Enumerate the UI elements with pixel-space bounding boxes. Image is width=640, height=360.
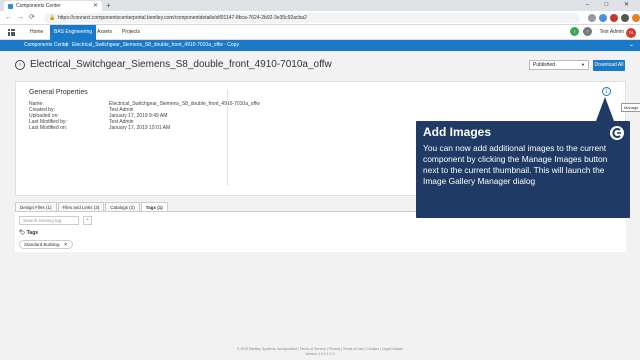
download-all-button[interactable]: Download All (593, 60, 625, 71)
address-bar: ←→⟳ 🔒 https://connect.componentscenterpo… (0, 11, 640, 25)
favicon-icon (8, 4, 13, 9)
footer-version: Version 1.0.0.1.1.0 (305, 352, 335, 356)
extension-icon[interactable] (599, 14, 607, 22)
extension-icons (588, 14, 640, 22)
browser-nav-icons[interactable]: ←→⟳ (5, 11, 40, 25)
user-name[interactable]: Test Admin (600, 25, 624, 40)
browser-tab[interactable]: Components Center ✕ (4, 1, 102, 11)
notification-icon[interactable]: 7 (570, 27, 579, 36)
footer: © 2019 Bentley Systems, Incorporated | T… (0, 347, 640, 357)
add-tag-button[interactable]: + (83, 216, 92, 225)
tag-icon: 🏷 (19, 230, 26, 236)
status-select-value: Published (533, 62, 555, 68)
section-title: General Properties (29, 89, 88, 96)
page-title: Electrical_Switchgear_Siemens_S8_double_… (30, 59, 332, 70)
breadcrumb-separator: | (66, 42, 68, 48)
app-launcher-icon[interactable] (8, 29, 15, 36)
browser-tab-title: Components Center (16, 3, 61, 9)
chevron-down-icon[interactable]: ⌄ (629, 40, 634, 51)
nav-tab-bas-engineering[interactable]: BAS Engineering (50, 25, 97, 40)
tab-design-files[interactable]: Design Files (1) (15, 202, 57, 211)
avatar[interactable]: TA (626, 28, 636, 38)
tag-search-input[interactable]: Search existing tag (19, 216, 79, 225)
url-text: https://connect.componentscenterportal.b… (58, 15, 307, 21)
tag-chip-label: Standard Building (24, 242, 60, 247)
window-controls[interactable]: – □ ✕ (586, 0, 636, 11)
app-header: Home BAS Engineering Assets Projects 7 ?… (0, 25, 640, 40)
help-icon[interactable]: ? (583, 27, 592, 36)
close-tab-icon[interactable]: ✕ (93, 1, 98, 11)
callout-arrow (596, 97, 614, 121)
tags-label: Tags (26, 230, 39, 236)
tag-chip: Standard Building ✕ (19, 240, 73, 249)
breadcrumb-current: Electrical_Switchgear_Siemens_S8_double_… (72, 42, 239, 48)
chevron-down-icon: ▼ (581, 62, 585, 67)
nav-tab-home[interactable]: Home (30, 25, 43, 40)
tags-heading: 🏷 Tags (19, 230, 38, 236)
tags-panel: Search existing tag + 🏷 Tags Standard Bu… (15, 212, 626, 252)
breadcrumb-root[interactable]: Components Center (24, 40, 69, 51)
callout-body: You can now add additional images to the… (423, 143, 608, 186)
property-value: January 17, 2019 10:01 AM (109, 125, 171, 131)
nav-tab-assets[interactable]: Assets (97, 25, 112, 40)
breadcrumb: Components Center | Electrical_Switchgea… (0, 40, 640, 51)
callout-title: Add Images (423, 125, 492, 139)
browser-tab-strip: Components Center ✕ + – □ ✕ (0, 0, 640, 11)
header-icons: 7 ? (570, 27, 592, 36)
tab-tags[interactable]: Tags (1) (140, 202, 168, 211)
status-select[interactable]: Published ▼ (529, 60, 589, 70)
extension-icon[interactable] (621, 14, 629, 22)
manage-images-icon[interactable]: i (602, 87, 611, 96)
star-icon[interactable] (588, 14, 596, 22)
new-tab-button[interactable]: + (106, 0, 111, 11)
lock-icon: 🔒 (49, 15, 56, 21)
add-images-callout: Add Images You can now add additional im… (416, 121, 630, 218)
remove-tag-icon[interactable]: ✕ (64, 242, 68, 247)
extension-icon[interactable] (632, 14, 640, 22)
title-row: ‹ Electrical_Switchgear_Siemens_S8_doubl… (0, 51, 640, 81)
url-field[interactable]: 🔒 https://connect.componentscenterportal… (44, 13, 580, 23)
divider (227, 90, 228, 186)
back-icon[interactable]: ‹ (15, 60, 25, 70)
nav-tab-projects[interactable]: Projects (122, 25, 140, 40)
tab-catalogs[interactable]: Catalogs (2) (105, 202, 140, 211)
tab-files-and-links[interactable]: Files and Links (3) (57, 202, 105, 211)
manage-images-tooltip: Manage Images (621, 103, 640, 112)
extension-icon[interactable] (610, 14, 618, 22)
bentley-logo-icon (608, 124, 626, 142)
property-label: Last Modified on: (29, 125, 68, 131)
